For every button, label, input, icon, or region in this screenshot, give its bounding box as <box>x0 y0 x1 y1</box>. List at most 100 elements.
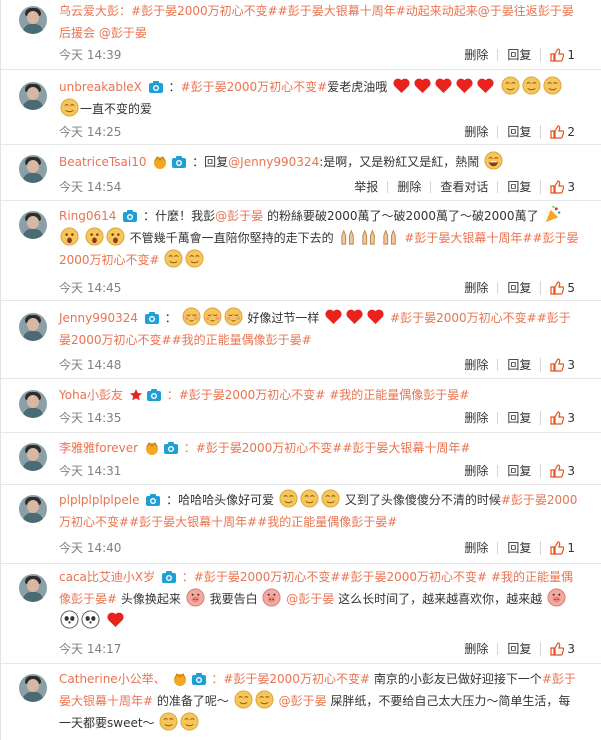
thumb-up-icon <box>550 180 565 194</box>
avatar[interactable] <box>19 155 47 183</box>
like-button[interactable]: 2 <box>540 125 584 139</box>
mention-link[interactable]: @彭于晏 <box>279 694 327 708</box>
heart-emoji-icon <box>393 78 410 94</box>
delete-button[interactable]: 删除 <box>455 282 497 294</box>
smile-emoji-icon <box>159 712 178 731</box>
like-button[interactable]: 3 <box>540 464 584 478</box>
avatar[interactable] <box>19 674 47 702</box>
avatar[interactable] <box>19 313 47 341</box>
member-badge-icon <box>145 442 158 455</box>
avatar[interactable] <box>19 390 47 418</box>
camera-badge-icon <box>146 494 161 506</box>
like-button[interactable]: 1 <box>540 541 584 555</box>
hashtag[interactable]: ：#彭于晏2000万初心不变# <box>211 672 370 686</box>
report-button[interactable]: 举报 <box>345 181 387 193</box>
username[interactable]: caca比艾迪小X岁 <box>59 570 155 584</box>
delete-button[interactable]: 删除 <box>455 126 497 138</box>
comment-item: Jenny990324 ： 好像过节一样 #彭于晏2000万初心不变##彭于晏2… <box>1 301 601 379</box>
hashtag[interactable]: #我的正能量偶像彭于晏# <box>172 333 312 347</box>
username[interactable]: 乌云爱大彭 <box>59 4 119 18</box>
like-button[interactable]: 3 <box>540 411 584 425</box>
reply-button[interactable]: 回复 <box>497 359 540 371</box>
delete-button[interactable]: 删除 <box>455 542 497 554</box>
hashtag[interactable]: #我的正能量偶像彭于晏# <box>257 515 397 529</box>
like-button[interactable]: 5 <box>540 281 584 295</box>
camera-badge-icon <box>161 571 176 583</box>
laugh-emoji-icon <box>484 151 503 170</box>
hashtag[interactable]: #彭于晏大银幕十周年# <box>404 231 532 245</box>
username[interactable]: Jenny990324 <box>59 311 138 325</box>
thumb-up-icon <box>550 541 565 555</box>
shock-emoji-icon <box>60 227 79 246</box>
delete-button[interactable]: 删除 <box>455 643 497 655</box>
comment-body: 一直不变的爱 <box>80 102 153 116</box>
reply-button[interactable]: 回复 <box>497 465 540 477</box>
reply-button[interactable]: 回复 <box>497 282 540 294</box>
comment-body: 我要告白 <box>209 592 258 606</box>
reply-button[interactable]: 回复 <box>497 542 540 554</box>
like-button[interactable]: 3 <box>540 358 584 372</box>
username[interactable]: Yoha小彭友 <box>59 388 123 402</box>
smile-emoji-icon <box>164 249 183 268</box>
avatar[interactable] <box>19 211 47 239</box>
mention-link[interactable]: @Jenny990324 <box>228 155 319 169</box>
mention-link[interactable]: @彭于晏 <box>99 26 147 40</box>
hashtag[interactable]: #彭于晏大银幕十周年# <box>129 515 257 529</box>
delete-button[interactable]: 删除 <box>455 359 497 371</box>
like-count: 3 <box>567 411 575 425</box>
like-button[interactable]: 1 <box>540 48 584 62</box>
comment-item: plplplplplpele ：哈哈哈头像好可爱 又到了头像傻傻分不清的时候 #彭… <box>1 485 601 564</box>
blush-emoji-icon <box>182 307 201 326</box>
hashtag[interactable]: #彭于晏2000万初心不变# <box>181 80 328 94</box>
username[interactable]: BeatriceTsai10 <box>59 155 146 169</box>
username[interactable]: Ring0614 <box>59 209 116 223</box>
camera-badge-icon <box>172 156 187 168</box>
panda-emoji-icon <box>81 610 100 629</box>
delete-button[interactable]: 删除 <box>455 49 497 61</box>
avatar[interactable] <box>19 574 47 602</box>
delete-button[interactable]: 删除 <box>455 412 497 424</box>
like-button[interactable]: 3 <box>540 642 584 656</box>
camera-badge-icon <box>123 210 138 222</box>
reply-button[interactable]: 回复 <box>497 49 540 61</box>
username[interactable]: Catherine小公举、 <box>59 672 166 686</box>
comment-text: BeatriceTsai10 ：回复@Jenny990324:是啊，又是粉紅又是… <box>59 151 580 173</box>
timestamp: 今天 14:31 <box>59 464 122 478</box>
hashtag[interactable]: ：#彭于晏2000万初心不变##彭于晏大银幕十周年#动起来动起来 <box>119 4 478 18</box>
hashtag[interactable]: ：#彭于晏2000万初心不变# <box>167 388 326 402</box>
heart-emoji-icon <box>456 78 473 94</box>
heart-emoji-icon <box>367 309 384 325</box>
view-dialog-button[interactable]: 查看对话 <box>430 181 497 193</box>
comment-body: :是啊，又是粉紅又是紅，熱鬧 <box>319 155 480 169</box>
thumb-up-icon <box>550 125 565 139</box>
mention-link[interactable]: @彭于晏 <box>215 209 263 223</box>
avatar[interactable] <box>19 6 47 34</box>
reply-button[interactable]: 回复 <box>497 643 540 655</box>
username[interactable]: unbreakableX <box>59 80 142 94</box>
avatar[interactable] <box>19 443 47 471</box>
smile-emoji-icon <box>180 712 199 731</box>
hashtag[interactable]: ：#彭于晏2000万初心不变##彭于晏2000万初心不变# <box>182 570 487 584</box>
avatar[interactable] <box>19 495 47 523</box>
mention-link[interactable]: @彭于晏 <box>286 592 334 606</box>
avatar[interactable] <box>19 82 47 110</box>
reply-button[interactable]: 回复 <box>497 181 540 193</box>
thumb-up-icon <box>550 642 565 656</box>
delete-button[interactable]: 删除 <box>387 181 430 193</box>
hashtag[interactable]: ：#彭于晏2000万初心不变##彭于晏大银幕十周年# <box>184 441 471 455</box>
heart-emoji-icon <box>414 78 431 94</box>
comment-body: 的准备了呢～ <box>156 694 229 708</box>
cheer-hands-emoji-icon <box>361 229 375 245</box>
like-button[interactable]: 3 <box>540 180 584 194</box>
smile-emoji-icon <box>543 76 562 95</box>
delete-button[interactable]: 删除 <box>455 465 497 477</box>
comment-actions: 删除 回复 1 <box>455 541 584 555</box>
comment-text: caca比艾迪小X岁 ：#彭于晏2000万初心不变##彭于晏2000万初心不变#… <box>59 566 580 632</box>
like-count: 5 <box>567 281 575 295</box>
reply-button[interactable]: 回复 <box>497 412 540 424</box>
username[interactable]: 李雅雅forever <box>59 441 138 455</box>
reply-button[interactable]: 回复 <box>497 126 540 138</box>
hashtag[interactable]: #我的正能量偶像彭于晏# <box>329 388 469 402</box>
username[interactable]: plplplplplpele <box>59 493 139 507</box>
comment-item: BeatriceTsai10 ：回复@Jenny990324:是啊，又是粉紅又是… <box>1 145 601 201</box>
